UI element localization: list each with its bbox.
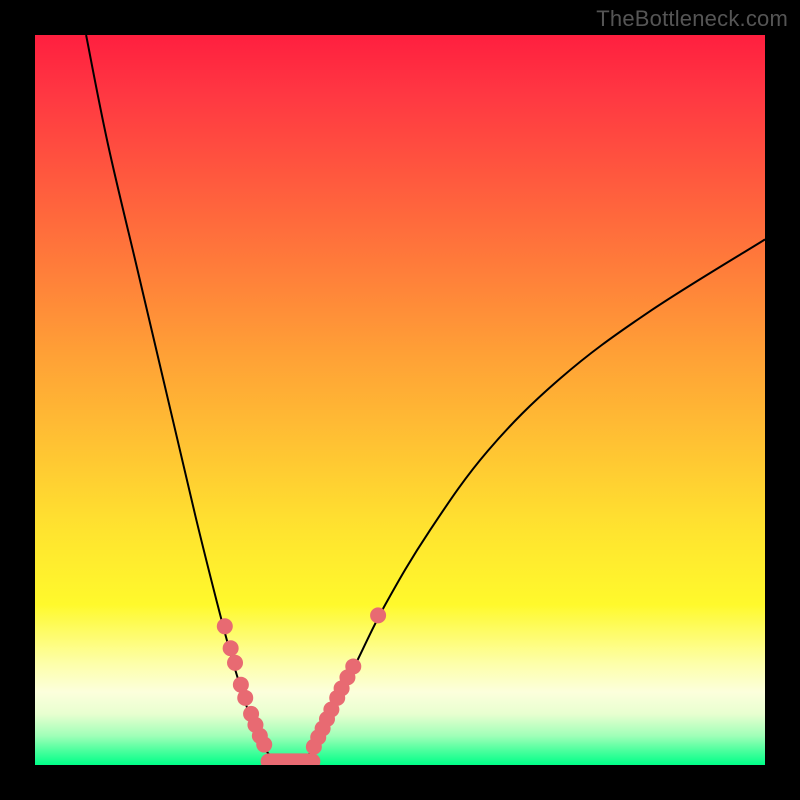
watermark-text: TheBottleneck.com <box>596 6 788 32</box>
bottom-segment <box>261 753 321 765</box>
data-point <box>345 658 361 674</box>
data-point <box>370 607 386 623</box>
data-point <box>256 737 272 753</box>
data-points <box>217 607 386 754</box>
data-point <box>227 655 243 671</box>
data-point <box>217 618 233 634</box>
data-point <box>237 690 253 706</box>
right-curve <box>305 239 765 761</box>
chart-svg <box>35 35 765 765</box>
data-point <box>223 640 239 656</box>
chart-container: TheBottleneck.com <box>0 0 800 800</box>
left-curve <box>86 35 276 761</box>
plot-area <box>35 35 765 765</box>
